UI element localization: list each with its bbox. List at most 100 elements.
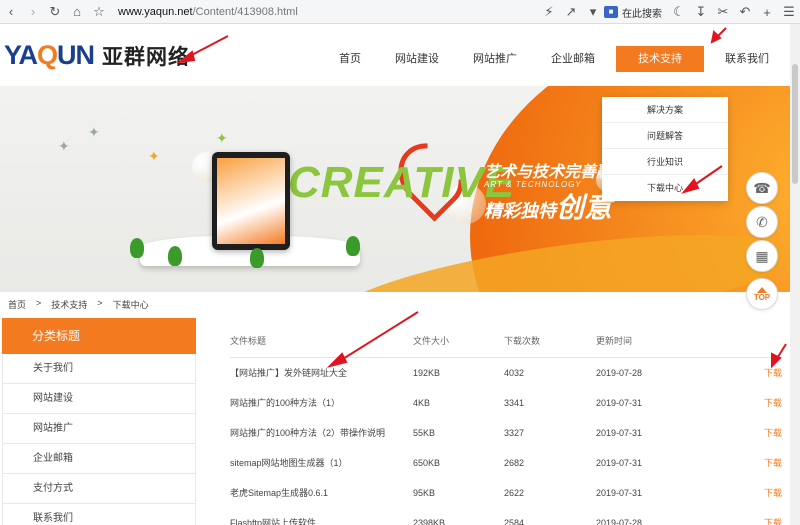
file-title[interactable]: 网站推广的100种方法（1） xyxy=(230,388,340,418)
download-count: 2622 xyxy=(504,488,525,498)
bird-icon: ✦ xyxy=(58,138,70,154)
logo-cn: 亚群网络 xyxy=(102,45,191,69)
browser-search-box[interactable]: ■ 在此搜索 xyxy=(604,5,662,20)
sidebar-item-payment[interactable]: 支付方式 xyxy=(2,474,196,504)
search-placeholder: 在此搜索 xyxy=(622,8,662,20)
breadcrumb-tech-support[interactable]: 技术支持 xyxy=(51,298,87,311)
breadcrumb-home[interactable]: 首页 xyxy=(8,298,26,311)
customer-service-icon[interactable]: ☎ xyxy=(746,172,778,204)
breadcrumb: 首页 > 技术支持 > 下载中心 xyxy=(8,298,159,311)
sidebar-item-contact[interactable]: 联系我们 xyxy=(2,504,196,525)
download-link[interactable]: 下载 xyxy=(764,388,782,418)
breadcrumb-current: 下载中心 xyxy=(112,300,149,310)
table-row: Flashftp网站上传软件 2398KB 2584 2019-07-28 下载 xyxy=(230,508,782,525)
nav-enterprise-mail[interactable]: 企业邮箱 xyxy=(538,46,608,72)
arrow-up-icon xyxy=(757,286,767,293)
file-title[interactable]: Flashftp网站上传软件 xyxy=(230,508,316,525)
share-icon[interactable]: ↗ xyxy=(560,1,582,23)
night-mode-icon[interactable]: ☾ xyxy=(668,1,690,23)
bookmark-star-icon[interactable]: ☆ xyxy=(88,1,110,23)
tree-icon xyxy=(130,238,144,258)
download-link[interactable]: 下载 xyxy=(764,508,782,525)
site-logo[interactable]: YAQUN 亚群网络 xyxy=(4,40,190,71)
undo-icon[interactable]: ↶ xyxy=(734,1,756,23)
file-size: 55KB xyxy=(413,428,436,438)
download-count: 2682 xyxy=(504,458,525,468)
tree-icon xyxy=(250,248,264,268)
bird-icon: ✦ xyxy=(148,148,160,164)
table-row: 老虎Sitemap生成器0.6.1 95KB 2622 2019-07-31 下… xyxy=(230,478,782,508)
menu-icon[interactable]: ☰ xyxy=(778,1,800,23)
sidebar-item-enterprise-mail[interactable]: 企业邮箱 xyxy=(2,444,196,474)
nav-tech-support[interactable]: 技术支持 xyxy=(616,46,704,72)
category-sidebar: 分类标题 关于我们 网站建设 网站推广 企业邮箱 支付方式 联系我们 xyxy=(2,318,196,525)
download-link[interactable]: 下载 xyxy=(764,448,782,478)
address-bar[interactable]: www.yaqun.net/Content/413908.html xyxy=(118,6,298,18)
file-size: 4KB xyxy=(413,398,431,408)
sidebar-title: 分类标题 xyxy=(2,318,196,354)
scrollbar-thumb[interactable] xyxy=(792,64,798,184)
top-label: TOP xyxy=(753,292,771,302)
breadcrumb-sep: > xyxy=(97,298,103,308)
file-size: 2398KB xyxy=(413,518,446,525)
update-date: 2019-07-31 xyxy=(596,488,643,498)
download-link[interactable]: 下载 xyxy=(764,418,782,448)
new-tab-icon[interactable]: + xyxy=(756,1,778,23)
update-date: 2019-07-31 xyxy=(596,458,643,468)
table-row: 网站推广的100种方法（2）带操作说明 55KB 3327 2019-07-31… xyxy=(230,418,782,448)
url-host: www.yaqun.net xyxy=(118,5,193,18)
file-size: 192KB xyxy=(413,368,441,378)
header-size: 文件大小 xyxy=(413,336,450,346)
download-table: 文件标题 文件大小 下载次数 更新时间 【网站推广】发外链网址大全 192KB … xyxy=(230,326,782,525)
qrcode-icon[interactable]: ▦ xyxy=(746,240,778,272)
tree-icon xyxy=(346,236,360,256)
phone-icon[interactable]: ✆ xyxy=(746,206,778,238)
download-link[interactable]: 下载 xyxy=(764,358,782,388)
header-count: 下载次数 xyxy=(504,336,541,346)
download-count: 4032 xyxy=(504,368,525,378)
url-path: /Content/413908.html xyxy=(192,5,298,18)
logo-en: YAQUN xyxy=(4,40,95,70)
file-title[interactable]: sitemap网站地图生成器（1） xyxy=(230,448,348,478)
reload-icon[interactable]: ↻ xyxy=(44,1,66,23)
sidebar-item-about[interactable]: 关于我们 xyxy=(2,354,196,384)
table-row: 网站推广的100种方法（1） 4KB 3341 2019-07-31 下载 xyxy=(230,388,782,418)
nav-contact[interactable]: 联系我们 xyxy=(712,46,782,72)
download-icon[interactable]: ↧ xyxy=(690,1,712,23)
dropdown-icon[interactable]: ▾ xyxy=(582,1,604,23)
banner-creative-text: CREATIVE xyxy=(288,158,516,207)
header-title: 文件标题 xyxy=(230,336,267,346)
home-icon[interactable]: ⌂ xyxy=(66,1,88,23)
download-link[interactable]: 下载 xyxy=(764,478,782,508)
file-title[interactable]: 网站推广的100种方法（2）带操作说明 xyxy=(230,418,385,448)
nav-home[interactable]: 首页 xyxy=(326,46,374,72)
bird-icon: ✦ xyxy=(216,130,228,146)
banner-slogan-2: 精彩独特创意 xyxy=(484,192,613,223)
download-count: 2584 xyxy=(504,518,525,525)
lightning-icon[interactable]: ⚡ xyxy=(538,1,560,23)
dropdown-item-industry[interactable]: 行业知识 xyxy=(602,149,728,175)
nav-promotion[interactable]: 网站推广 xyxy=(460,46,530,72)
main-nav: 首页 网站建设 网站推广 企业邮箱 技术支持 联系我们 xyxy=(326,46,790,72)
update-date: 2019-07-31 xyxy=(596,428,643,438)
dropdown-item-solutions[interactable]: 解决方案 xyxy=(602,97,728,123)
update-date: 2019-07-31 xyxy=(596,398,643,408)
download-count: 3341 xyxy=(504,398,525,408)
dropdown-item-faq[interactable]: 问题解答 xyxy=(602,123,728,149)
file-size: 95KB xyxy=(413,488,436,498)
back-icon[interactable]: ‹ xyxy=(0,1,22,23)
file-title[interactable]: 老虎Sitemap生成器0.6.1 xyxy=(230,478,328,508)
table-header: 文件标题 文件大小 下载次数 更新时间 xyxy=(230,326,782,358)
search-engine-icon: ■ xyxy=(604,6,618,18)
sidebar-item-website-build[interactable]: 网站建设 xyxy=(2,384,196,414)
scissors-icon[interactable]: ✂ xyxy=(712,1,734,23)
sidebar-item-promotion[interactable]: 网站推广 xyxy=(2,414,196,444)
tablet-illustration xyxy=(212,152,290,250)
nav-website-build[interactable]: 网站建设 xyxy=(382,46,452,72)
file-title[interactable]: 【网站推广】发外链网址大全 xyxy=(230,358,347,388)
header-date: 更新时间 xyxy=(596,336,633,346)
page-scrollbar[interactable] xyxy=(790,24,800,525)
forward-icon[interactable]: › xyxy=(22,1,44,23)
dropdown-item-download[interactable]: 下载中心 xyxy=(602,175,728,201)
back-to-top-button[interactable]: TOP xyxy=(746,278,778,310)
